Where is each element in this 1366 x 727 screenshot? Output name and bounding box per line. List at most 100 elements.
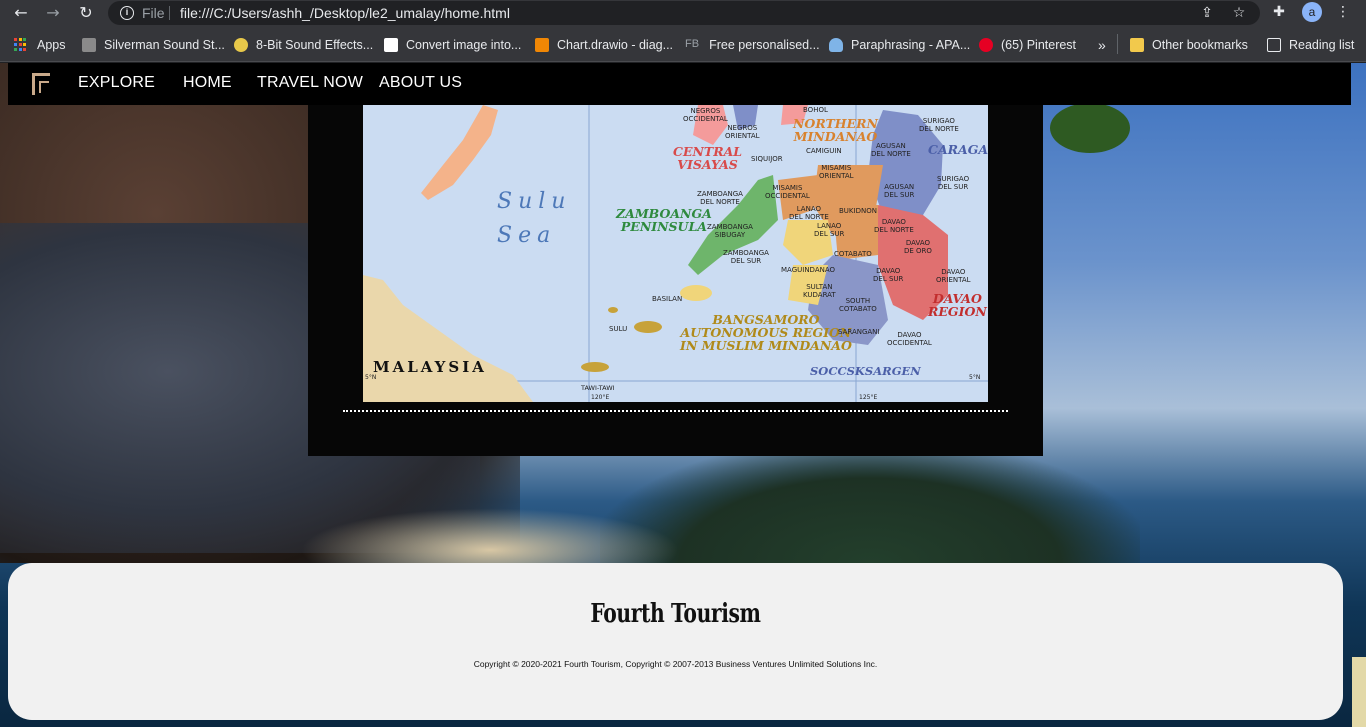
map-place-label: BASILAN	[652, 295, 683, 303]
kebab-menu-icon[interactable]: ⋮	[1333, 2, 1353, 22]
site-navbar: EXPLORE HOME TRAVEL NOW ABOUT US	[8, 63, 1351, 105]
map-place-label: CAMIGUIN	[806, 147, 842, 155]
map-place-label: MISAMIS ORIENTAL	[819, 164, 854, 180]
map-place-label: SULTAN KUDARAT	[803, 283, 836, 299]
bookmark-reading-list[interactable]: Reading list	[1267, 36, 1354, 54]
bookmark-item[interactable]: FB Free personalised...	[685, 36, 820, 54]
map-place-label: DAVAO ORIENTAL	[936, 268, 971, 284]
bookmark-other[interactable]: Other bookmarks	[1130, 36, 1248, 54]
bookmark-label: Reading list	[1289, 38, 1355, 52]
url-text[interactable]: file:///C:/Users/ashh_/Desktop/le2_umala…	[180, 5, 510, 21]
back-arrow-icon[interactable]: ←	[10, 2, 32, 24]
share-icon[interactable]: ⇪	[1197, 3, 1217, 23]
bookmark-item[interactable]: (65) Pinterest	[979, 36, 1076, 54]
bookmarks-divider	[1117, 34, 1118, 54]
map-place-label: COTABATO	[834, 250, 872, 258]
map-place-label: ZAMBOANGA DEL SUR	[723, 249, 769, 265]
info-icon[interactable]: i	[120, 6, 134, 20]
site-footer: Fourth Tourism Copyright © 2020-2021 Fou…	[8, 563, 1343, 720]
bookmark-label: Chart.drawio - diag...	[557, 38, 674, 52]
map-region-label: NORTHERN MINDANAO	[793, 116, 878, 144]
map-place-label: SIQUIJOR	[751, 155, 783, 163]
avatar[interactable]: a	[1302, 2, 1322, 22]
drawio-favicon-icon	[535, 38, 549, 52]
nav-explore[interactable]: EXPLORE	[78, 74, 155, 92]
scheme-label: File	[142, 5, 165, 21]
map-grid-label: 120°E	[591, 394, 610, 401]
map-place-label: DAVAO DEL SUR	[873, 267, 904, 283]
map-place-label: BOHOL	[803, 106, 828, 114]
background-island	[600, 443, 1140, 563]
map-place-label: AGUSAN DEL SUR	[884, 183, 915, 199]
map-country-label: MALAYSIA	[373, 358, 487, 376]
map-grid-label: 5°N	[969, 374, 981, 381]
map-region-label: CENTRAL VISAYAS	[673, 144, 743, 172]
map-region-label: ZAMBOANGA PENINSULA	[616, 206, 712, 234]
bookmark-label: Other bookmarks	[1152, 38, 1248, 52]
map-place-label: MAGUINDANAO	[781, 266, 836, 274]
bookmark-label: Apps	[37, 38, 66, 52]
map-grid-label: 125°E	[859, 394, 878, 401]
bookmark-label: 8-Bit Sound Effects...	[256, 38, 374, 52]
forward-arrow-icon[interactable]: →	[42, 2, 64, 24]
map-place-label: SURIGAO DEL NORTE	[919, 117, 959, 133]
map-place-label: LANAO DEL SUR	[814, 222, 845, 238]
bookmark-apps[interactable]: Apps	[14, 36, 66, 54]
cloud-favicon-icon	[829, 38, 843, 52]
bookmarks-overflow-button[interactable]: »	[1098, 36, 1106, 54]
bookmark-item[interactable]: Convert image into...	[384, 36, 521, 54]
nav-about-us[interactable]: ABOUT US	[379, 74, 462, 92]
bookmark-item[interactable]: 8-Bit Sound Effects...	[234, 36, 373, 54]
map-place-label: SARANGANI	[838, 328, 880, 336]
map-region-label: BANGSAMORO AUTONOMOUS REGION IN MUSLIM M…	[680, 312, 852, 353]
map-region-label: SOCCSKSARGEN	[810, 364, 921, 378]
nav-travel-now[interactable]: TRAVEL NOW	[257, 74, 363, 92]
silverman-favicon-icon	[82, 38, 96, 52]
site-logo-icon[interactable]	[32, 73, 50, 95]
map-place-label: BUKIDNON	[839, 207, 877, 215]
map-place-label: TAWI-TAWI	[581, 384, 615, 392]
address-bar[interactable]: i File file:///C:/Users/ashh_/Desktop/le…	[108, 1, 1260, 25]
folder-icon	[1130, 38, 1144, 52]
map-place-label: SOUTH COTABATO	[839, 297, 877, 313]
map-place-label: NEGROS OCCIDENTAL	[683, 107, 728, 123]
space-invader-favicon-icon	[384, 38, 398, 52]
map-place-label: ZAMBOANGA DEL NORTE	[697, 190, 743, 206]
map-place-label: NEGROS ORIENTAL	[725, 124, 760, 140]
pinterest-favicon-icon	[979, 38, 993, 52]
map-grid-label: 5°N	[365, 374, 377, 381]
footer-brand: Fourth Tourism	[590, 599, 761, 629]
bookmark-label: Paraphrasing - APA...	[851, 38, 971, 52]
reading-list-icon	[1267, 38, 1281, 52]
apps-grid-icon	[14, 38, 28, 52]
bookmark-label: Free personalised...	[709, 38, 820, 52]
extensions-icon[interactable]: ✚	[1269, 2, 1289, 22]
map-region-label: DAVAO REGION	[928, 291, 987, 319]
reload-icon[interactable]: ↻	[75, 2, 97, 24]
map-region-label: CARAGA	[928, 142, 988, 157]
dotted-divider	[343, 410, 1008, 412]
bookmark-item[interactable]: Silverman Sound St...	[82, 36, 225, 54]
scrollbar-thumb[interactable]	[1352, 657, 1366, 727]
bookmark-label: (65) Pinterest	[1001, 38, 1077, 52]
mindanao-map: Sulu Sea MALAYSIA NORTHERN MINDANAO CARA…	[363, 105, 988, 402]
footer-copyright: Copyright © 2020-2021 Fourth Tourism, Co…	[473, 659, 878, 669]
fb-favicon-icon: FB	[685, 38, 700, 50]
bookmark-item[interactable]: Chart.drawio - diag...	[535, 36, 673, 54]
map-place-label: SURIGAO DEL SUR	[937, 175, 970, 191]
map-place-label: DAVAO DEL NORTE	[874, 218, 914, 234]
bookmark-label: Convert image into...	[406, 38, 522, 52]
map-place-label: ZAMBOANGA SIBUGAY	[707, 223, 753, 239]
star-icon[interactable]: ☆	[1229, 3, 1249, 23]
nav-home[interactable]: HOME	[183, 74, 232, 92]
map-panel: Sulu Sea MALAYSIA NORTHERN MINDANAO CARA…	[308, 105, 1043, 456]
bookmark-item[interactable]: Paraphrasing - APA...	[829, 36, 970, 54]
map-sea-label: Sulu Sea	[497, 189, 572, 248]
bookmarks-bar: Apps Silverman Sound St... 8-Bit Sound E…	[0, 26, 1366, 62]
map-place-label: LANAO DEL NORTE	[789, 205, 829, 221]
browser-toolbar: ← → ↻ i File file:///C:/Users/ashh_/Desk…	[0, 0, 1366, 26]
bookmark-label: Silverman Sound St...	[104, 38, 225, 52]
map-place-label: MISAMIS OCCIDENTAL	[765, 184, 810, 200]
map-place-label: AGUSAN DEL NORTE	[871, 142, 911, 158]
map-place-label: DAVAO OCCIDENTAL	[887, 331, 932, 347]
